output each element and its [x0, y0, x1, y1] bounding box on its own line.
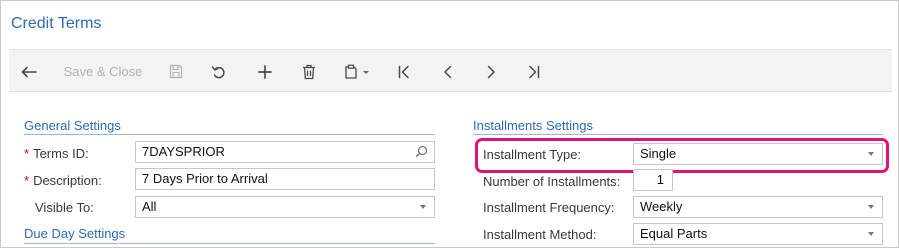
installment-frequency-select[interactable]: Weekly: [633, 196, 883, 218]
chevron-down-icon: [420, 205, 426, 209]
due-day-settings-divider: [24, 243, 435, 244]
general-settings-divider: [24, 134, 435, 135]
search-icon[interactable]: [415, 145, 428, 158]
installment-frequency-label: Installment Frequency:: [483, 200, 615, 215]
visible-to-select[interactable]: All: [135, 196, 435, 218]
chevron-down-icon: [868, 232, 874, 236]
number-of-installments-value: 1: [656, 172, 664, 187]
delete-icon: [303, 64, 315, 79]
save-icon: [169, 64, 183, 79]
add-icon: [258, 64, 272, 79]
previous-record-button[interactable]: [437, 50, 459, 93]
delete-button[interactable]: [298, 50, 320, 93]
terms-id-field[interactable]: 7DAYSPRIOR: [135, 141, 435, 163]
visible-to-value: All: [142, 199, 157, 214]
credit-terms-window: Credit Terms Save & Close General Settin…: [0, 0, 899, 248]
description-field[interactable]: 7 Days Prior to Arrival: [135, 168, 435, 190]
installment-method-label: Installment Method:: [483, 227, 597, 242]
chevron-down-icon: [868, 205, 874, 209]
first-record-icon: [398, 65, 409, 78]
description-label: * Description:: [24, 173, 102, 188]
back-arrow-icon: [21, 66, 37, 77]
undo-icon: [211, 65, 225, 78]
general-settings-title: General Settings: [24, 118, 121, 133]
save-close-button[interactable]: Save & Close: [61, 50, 145, 93]
back-button[interactable]: [15, 50, 43, 93]
next-record-button[interactable]: [480, 50, 502, 93]
installment-type-highlight: [475, 138, 889, 173]
installment-method-value: Equal Parts: [640, 226, 708, 241]
save-button[interactable]: [165, 50, 187, 93]
installments-settings-title: Installments Settings: [473, 118, 593, 133]
undo-button[interactable]: [207, 50, 231, 93]
installment-method-select[interactable]: Equal Parts: [633, 223, 883, 245]
last-record-button[interactable]: [523, 50, 545, 93]
copy-paste-icon: [345, 64, 369, 79]
next-record-icon: [487, 65, 495, 78]
visible-to-label: Visible To:: [35, 200, 94, 215]
description-label-text: Description:: [33, 173, 102, 188]
last-record-icon: [529, 65, 540, 78]
required-mark: *: [24, 146, 30, 161]
terms-id-value: 7DAYSPRIOR: [142, 144, 225, 159]
number-of-installments-field[interactable]: 1: [633, 169, 673, 191]
terms-id-label-text: Terms ID:: [33, 146, 89, 161]
page-title: Credit Terms: [11, 15, 102, 32]
description-value: 7 Days Prior to Arrival: [142, 171, 268, 186]
add-button[interactable]: [253, 50, 277, 93]
first-record-button[interactable]: [393, 50, 415, 93]
installments-settings-divider: [473, 134, 883, 135]
previous-record-icon: [444, 65, 452, 78]
copy-paste-menu[interactable]: [339, 50, 377, 93]
due-day-settings-title: Due Day Settings: [24, 226, 126, 241]
installment-frequency-value: Weekly: [640, 199, 683, 214]
toolbar: Save & Close: [9, 49, 892, 92]
terms-id-label: * Terms ID:: [24, 146, 89, 161]
required-mark: *: [24, 173, 30, 188]
number-of-installments-label: Number of Installments:: [483, 174, 621, 189]
